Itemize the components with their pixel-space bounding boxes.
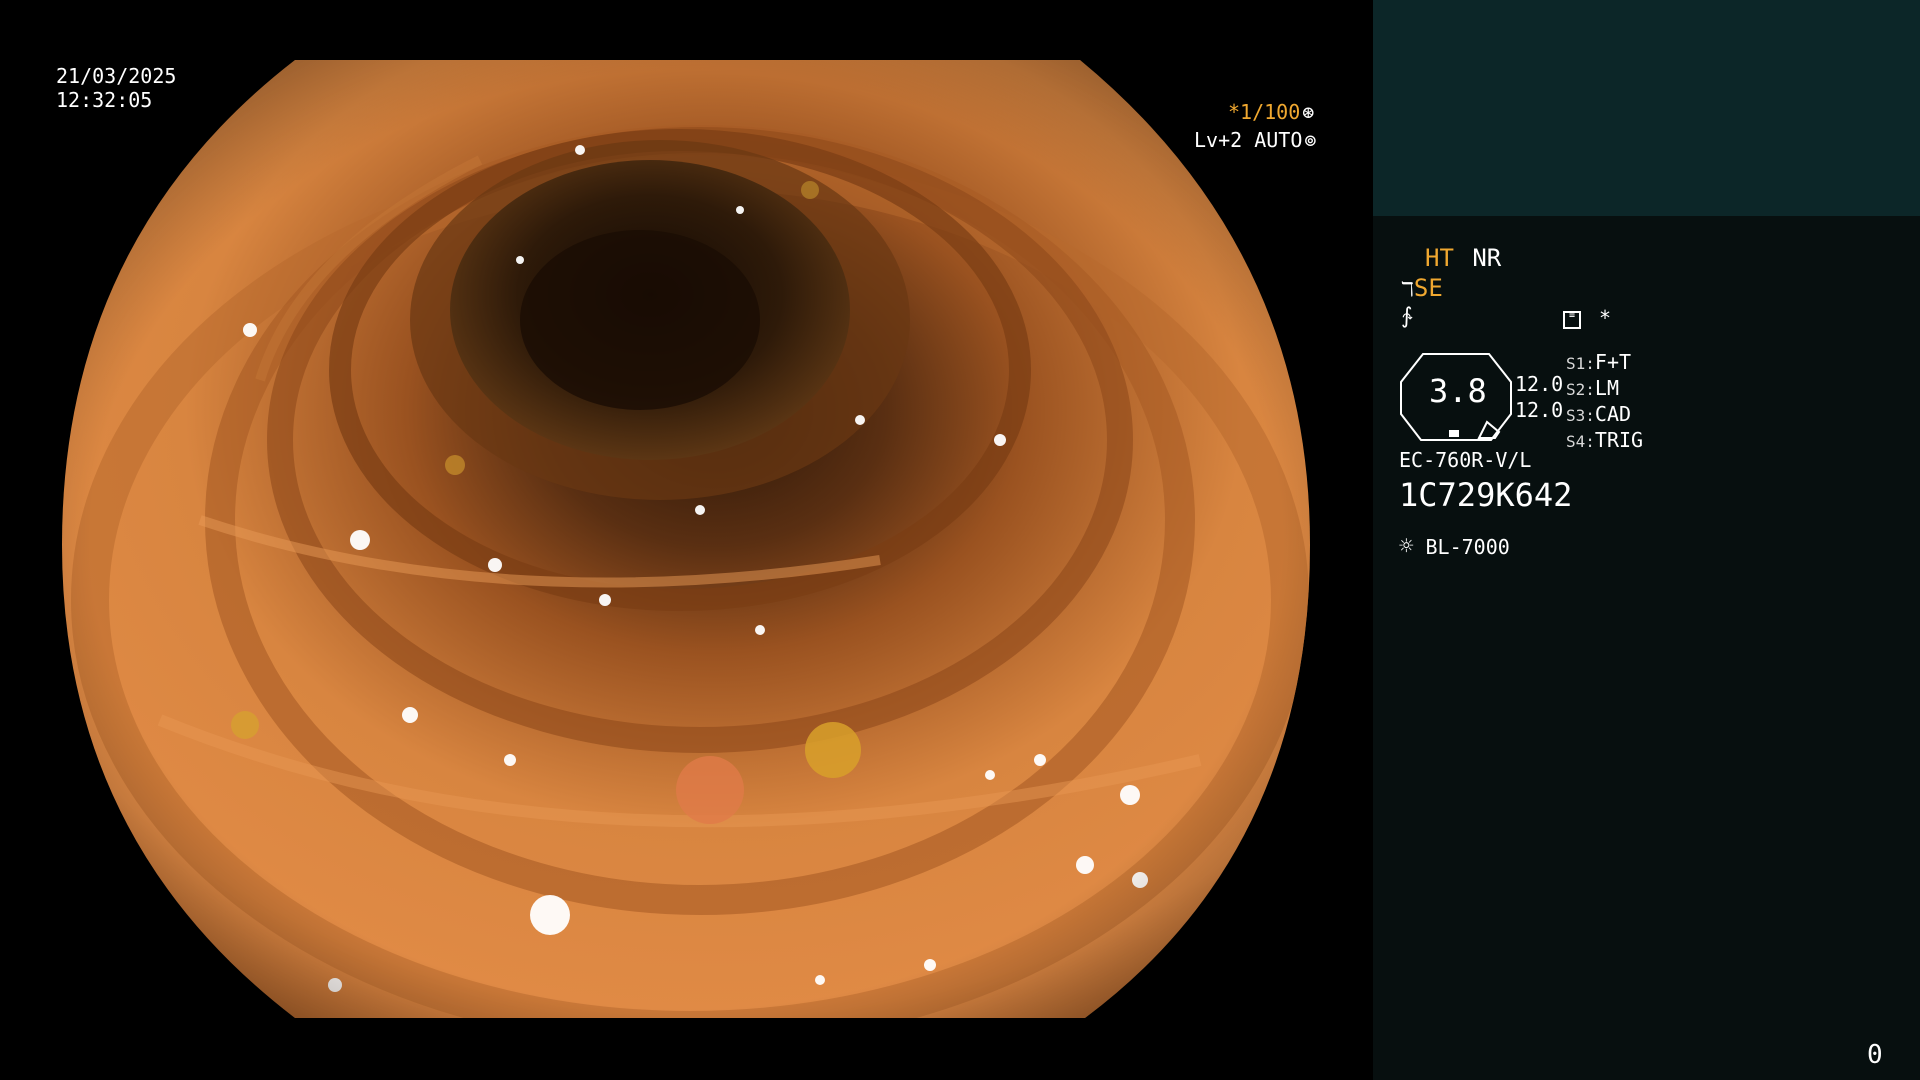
zoom-value: 3.8 [1429, 372, 1487, 410]
info-panel: HT NR ℸSE ∱ ≡ * 3.8 12.0 12.0 S1:F+T S2:… [1373, 0, 1920, 1080]
preset-item: S4:TRIG [1566, 428, 1643, 454]
ht-label: HT [1425, 244, 1454, 272]
preset-value: F+T [1594, 350, 1632, 374]
shutter-value: *1/100 [1228, 100, 1301, 124]
structure-enhance-icon: ℸ [1401, 277, 1414, 301]
exposure-level: Lv+2 AUTO ⊚ [1194, 128, 1316, 152]
zoom-indicator: 3.8 [1399, 352, 1513, 442]
frame-counter: 0 [1867, 1040, 1883, 1070]
light-bulb-icon: ☼ [1399, 532, 1414, 560]
light-source-label: BL-7000 [1425, 535, 1510, 559]
endoscopic-image [62, 60, 1310, 1018]
edge-icon: ∱ [1401, 304, 1413, 329]
se-label: SE [1413, 274, 1443, 302]
preset-item: S2:LM [1566, 376, 1643, 402]
preset-key: S1: [1566, 354, 1595, 373]
scope-model: EC-760R-V/L [1399, 448, 1532, 472]
date-display: 21/03/2025 [56, 64, 177, 88]
value-a: 12.0 [1515, 372, 1564, 396]
memory-icon: ≡ [1563, 310, 1581, 329]
level-value: Lv+2 AUTO [1194, 128, 1303, 152]
preset-item: S1:F+T [1566, 350, 1643, 376]
preset-value: LM [1594, 376, 1619, 400]
preset-list: S1:F+T S2:LM S3:CAD S4:TRIG [1566, 350, 1643, 454]
preset-key: S3: [1566, 406, 1595, 425]
preset-key: S2: [1566, 380, 1595, 399]
nr-label: NR [1472, 244, 1502, 272]
aperture-icon: ⊛ [1302, 100, 1315, 124]
panel-header-area [1373, 0, 1920, 216]
shutter-readout: *1/100 ⊛ [1228, 100, 1314, 124]
time-display: 12:32:05 [56, 88, 153, 112]
preset-item: S3:CAD [1566, 402, 1643, 428]
preset-value: TRIG [1594, 428, 1644, 452]
light-source-row: ☼ BL-7000 [1399, 532, 1510, 560]
record-status-row: ≡ * [1563, 306, 1611, 330]
record-asterisk: * [1599, 306, 1612, 330]
preset-value: CAD [1594, 402, 1632, 426]
endoscope-view: 21/03/2025 12:32:05 *1/100 ⊛ Lv+2 AUTO ⊚ [0, 0, 1373, 1080]
iris-icon: ⊚ [1304, 128, 1317, 152]
ht-nr-row: HT NR [1425, 244, 1501, 272]
value-b: 12.0 [1515, 398, 1564, 422]
preset-key: S4: [1566, 432, 1595, 451]
scope-serial: 1C729K642 [1399, 476, 1573, 514]
se-row: ℸSE [1401, 274, 1443, 302]
